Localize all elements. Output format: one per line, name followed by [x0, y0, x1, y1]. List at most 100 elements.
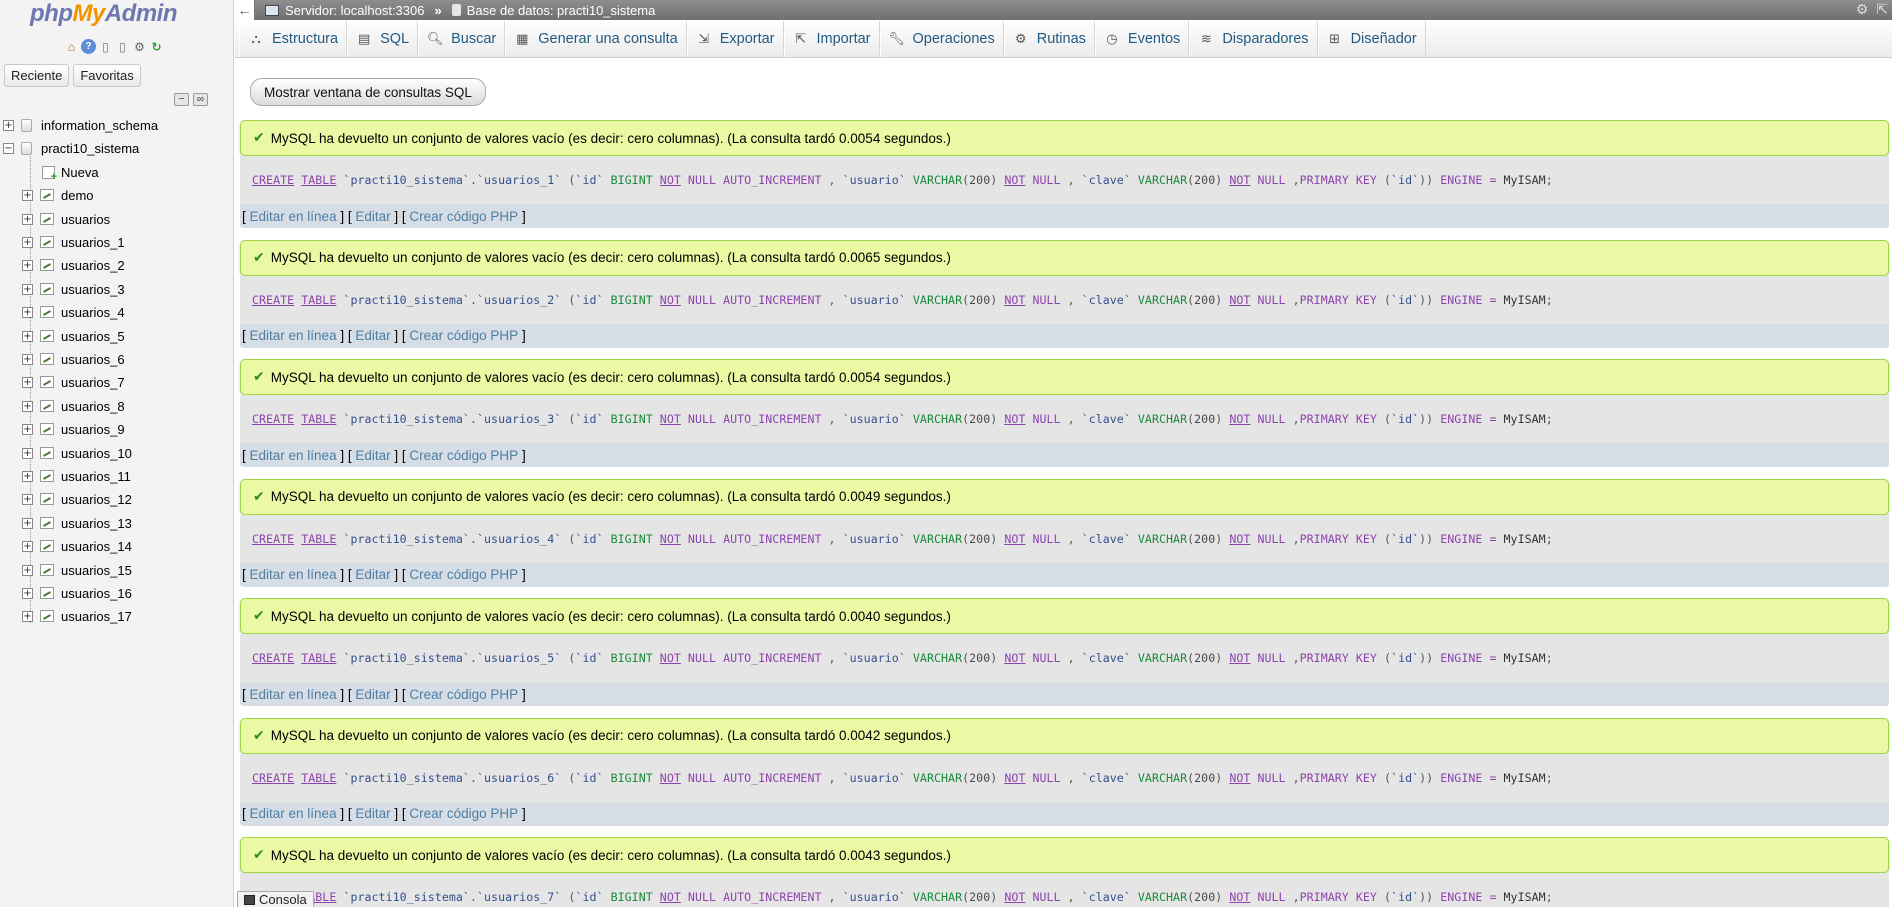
link-icon[interactable]: ∞: [193, 93, 208, 106]
tree-table-usuarios_5[interactable]: + usuarios_5: [0, 325, 233, 348]
create-php-code-link[interactable]: Crear código PHP: [409, 209, 518, 224]
edit-inline-link[interactable]: Editar en línea: [250, 209, 337, 224]
breadcrumb-database[interactable]: Base de datos: practi10_sistema: [451, 3, 655, 18]
table-name[interactable]: usuarios_14: [61, 539, 132, 554]
expand-icon[interactable]: +: [22, 190, 33, 202]
table-name[interactable]: usuarios_13: [61, 516, 132, 531]
tree-table-demo[interactable]: + demo: [0, 184, 233, 207]
tree-table-usuarios_17[interactable]: + usuarios_17: [0, 605, 233, 628]
tab-buscar[interactable]: 🔍︎ Buscar: [418, 21, 506, 57]
edit-link[interactable]: Editar: [355, 209, 390, 224]
expand-icon[interactable]: +: [22, 354, 33, 365]
tree-table-usuarios_3[interactable]: + usuarios_3: [0, 278, 233, 301]
tab-generar-una-consulta[interactable]: ▦ Generar una consulta: [505, 21, 687, 57]
expand-icon[interactable]: +: [22, 377, 33, 389]
tree-table-usuarios_10[interactable]: + usuarios_10: [0, 442, 233, 465]
edit-link[interactable]: Editar: [355, 806, 390, 821]
tree-table-usuarios_1[interactable]: + usuarios_1: [0, 231, 233, 254]
show-sql-window-button[interactable]: Mostrar ventana de consultas SQL: [250, 78, 486, 106]
collapse-all-icon[interactable]: −: [174, 93, 189, 106]
gear-icon[interactable]: ⚙: [132, 39, 147, 54]
expand-icon[interactable]: +: [22, 213, 33, 225]
table-name[interactable]: usuarios_1: [61, 235, 125, 250]
table-name[interactable]: usuarios_11: [61, 469, 131, 484]
tree-table-usuarios_16[interactable]: + usuarios_16: [0, 582, 233, 605]
reload-icon[interactable]: ↻: [149, 39, 164, 54]
tree-table-usuarios[interactable]: + usuarios: [0, 208, 233, 231]
tree-table-usuarios_14[interactable]: + usuarios_14: [0, 535, 233, 558]
expand-icon[interactable]: +: [22, 541, 33, 553]
tab-rutinas[interactable]: ⚙ Rutinas: [1003, 21, 1095, 57]
table-name[interactable]: usuarios_6: [61, 352, 125, 367]
table-name[interactable]: usuarios_7: [61, 375, 125, 390]
tree-table-usuarios_12[interactable]: + usuarios_12: [0, 488, 233, 511]
expand-icon[interactable]: +: [22, 447, 33, 459]
table-name[interactable]: usuarios_10: [61, 446, 132, 461]
expand-icon[interactable]: +: [22, 588, 33, 599]
table-name[interactable]: usuarios_4: [61, 305, 125, 320]
tab-importar[interactable]: ⇱ Importar: [783, 21, 880, 57]
expand-icon[interactable]: +: [22, 517, 33, 529]
table-name[interactable]: usuarios_3: [61, 282, 125, 297]
docs-icon[interactable]: ▯: [115, 39, 130, 54]
table-name[interactable]: usuarios_16: [61, 586, 132, 601]
tree-database-practi10_sistema[interactable]: − practi10_sistema: [0, 137, 233, 160]
phpmyadmin-logo[interactable]: phpMyAdmin: [30, 0, 178, 28]
tab-eventos[interactable]: ◷ Eventos: [1094, 21, 1190, 57]
tab-operaciones[interactable]: 🔧︎ Operaciones: [879, 21, 1004, 57]
tree-table-usuarios_6[interactable]: + usuarios_6: [0, 348, 233, 371]
tab-diseñador[interactable]: ⊞ Diseñador: [1317, 21, 1426, 57]
edit-link[interactable]: Editar: [355, 567, 390, 582]
expand-icon[interactable]: +: [22, 330, 33, 342]
tab-sql[interactable]: ▤ SQL: [347, 21, 419, 57]
tree-table-usuarios_11[interactable]: + usuarios_11: [0, 465, 233, 488]
tree-table-usuarios_13[interactable]: + usuarios_13: [0, 512, 233, 535]
expand-icon[interactable]: +: [22, 471, 33, 482]
edit-inline-link[interactable]: Editar en línea: [250, 328, 337, 343]
create-php-code-link[interactable]: Crear código PHP: [409, 687, 518, 702]
expand-icon[interactable]: +: [22, 494, 33, 506]
tree-table-usuarios_4[interactable]: + usuarios_4: [0, 301, 233, 324]
collapse-icon[interactable]: ⇱: [1876, 1, 1888, 18]
table-name[interactable]: usuarios_17: [61, 609, 132, 624]
table-name[interactable]: usuarios_12: [61, 492, 132, 507]
table-name[interactable]: usuarios: [61, 212, 110, 227]
table-name[interactable]: usuarios_9: [61, 422, 125, 437]
table-name[interactable]: demo: [61, 188, 94, 203]
edit-inline-link[interactable]: Editar en línea: [250, 687, 337, 702]
tree-table-usuarios_8[interactable]: + usuarios_8: [0, 395, 233, 418]
tree-table-usuarios_7[interactable]: + usuarios_7: [0, 371, 233, 394]
home-icon[interactable]: ⌂: [64, 39, 79, 54]
tree-new-table[interactable]: Nueva: [0, 161, 233, 184]
collapse-icon[interactable]: −: [3, 143, 14, 155]
table-name[interactable]: usuarios_2: [61, 258, 125, 273]
favorites-tab[interactable]: Favoritas: [73, 64, 141, 87]
help-icon[interactable]: ?: [81, 39, 96, 54]
expand-icon[interactable]: +: [22, 424, 33, 436]
documentation-icon[interactable]: ▯: [98, 39, 113, 54]
expand-icon[interactable]: +: [22, 564, 33, 576]
tab-exportar[interactable]: ⇲ Exportar: [686, 21, 784, 57]
tree-table-usuarios_9[interactable]: + usuarios_9: [0, 418, 233, 441]
edit-link[interactable]: Editar: [355, 687, 390, 702]
edit-link[interactable]: Editar: [355, 448, 390, 463]
new-table-label[interactable]: Nueva: [61, 165, 99, 180]
expand-icon[interactable]: +: [3, 120, 14, 131]
create-php-code-link[interactable]: Crear código PHP: [409, 806, 518, 821]
expand-icon[interactable]: +: [22, 237, 33, 248]
recent-tab[interactable]: Reciente: [4, 64, 70, 87]
edit-inline-link[interactable]: Editar en línea: [250, 567, 337, 582]
console-button[interactable]: Consola: [237, 891, 314, 907]
tab-disparadores[interactable]: ≋ Disparadores: [1189, 21, 1318, 57]
create-php-code-link[interactable]: Crear código PHP: [409, 448, 518, 463]
table-name[interactable]: usuarios_8: [61, 399, 125, 414]
tree-table-usuarios_15[interactable]: + usuarios_15: [0, 559, 233, 582]
edit-inline-link[interactable]: Editar en línea: [250, 806, 337, 821]
tab-estructura[interactable]: ⛬ Estructura: [239, 21, 348, 57]
create-php-code-link[interactable]: Crear código PHP: [409, 567, 518, 582]
back-arrow-icon[interactable]: ←: [235, 0, 255, 20]
tree-table-usuarios_2[interactable]: + usuarios_2: [0, 254, 233, 277]
tree-database-information_schema[interactable]: + information_schema: [0, 114, 233, 137]
expand-icon[interactable]: +: [22, 400, 33, 412]
expand-icon[interactable]: +: [22, 307, 33, 319]
